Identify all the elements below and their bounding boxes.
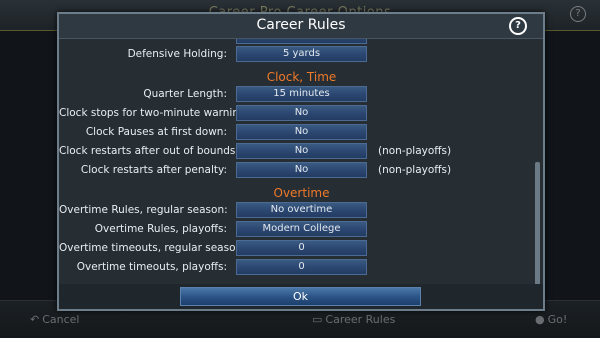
rule-label: Overtime Rules, playoffs:	[94, 223, 227, 235]
rule-value-button[interactable]: No	[236, 105, 367, 121]
go-label: Go!	[547, 313, 568, 326]
rule-label: Clock restarts after out of bounds:	[59, 145, 239, 157]
career-rules-dialog: Career Rules ? Defensive Holding: 5 yard…	[57, 12, 545, 311]
rule-value-button[interactable]: 0	[236, 259, 367, 275]
rules-row: Overtime Rules, regular season: No overt…	[59, 201, 543, 219]
rule-label: Overtime timeouts, regular season:	[59, 242, 246, 254]
scrollbar[interactable]	[535, 162, 540, 284]
rules-row: Overtime timeouts, regular season: 0	[59, 239, 543, 257]
rules-row: Clock restarts after penalty: No (non-pl…	[59, 161, 543, 179]
rule-value-button[interactable]: No overtime	[236, 202, 367, 218]
helmet-icon: ●	[535, 313, 545, 326]
rules-row: Clock Pauses at first down: No	[59, 123, 543, 141]
rule-label: Overtime timeouts, playoffs:	[76, 261, 227, 273]
rule-value-button[interactable]: No	[236, 162, 367, 178]
back-arrow-icon: ↶	[30, 313, 40, 326]
rule-value-button[interactable]: No	[236, 124, 367, 140]
rule-label: Defensive Holding:	[127, 48, 227, 60]
cancel-button[interactable]: ↶ Cancel	[30, 313, 79, 326]
rule-label: Clock restarts after penalty:	[80, 164, 227, 176]
rule-value-button[interactable]: Modern College	[236, 221, 367, 237]
rules-row: Clock restarts after out of bounds: No (…	[59, 142, 543, 160]
rule-note: (non-playoffs)	[378, 145, 452, 157]
rule-label: Overtime Rules, regular season:	[59, 204, 228, 216]
rules-row: Overtime Rules, playoffs: Modern College	[59, 220, 543, 238]
dialog-header: Career Rules ?	[59, 14, 543, 39]
truck-icon: ▭	[312, 313, 323, 326]
section-heading-clock: Clock, Time	[266, 70, 337, 84]
rules-row: Quarter Length: 15 minutes	[59, 85, 543, 103]
section-heading-overtime: Overtime	[273, 186, 330, 200]
rules-list[interactable]: Defensive Holding: 5 yards Clock, Time Q…	[59, 39, 543, 284]
ok-button[interactable]: Ok	[180, 287, 421, 306]
rules-row: Overtime timeouts, playoffs: 0	[59, 258, 543, 276]
rules-row: Clock stops for two-minute warning: No	[59, 104, 543, 122]
rules-row: Defensive Holding: 5 yards	[59, 45, 543, 63]
dialog-footer: Ok	[59, 284, 543, 309]
rule-value-button[interactable]: 5 yards	[236, 46, 367, 62]
career-rules-label: Career Rules	[325, 313, 396, 326]
career-rules-button[interactable]: ▭ Career Rules	[312, 313, 395, 326]
background-help-icon[interactable]: ?	[570, 6, 586, 22]
help-icon[interactable]: ?	[509, 17, 527, 35]
rule-label: Clock stops for two-minute warning:	[59, 107, 250, 119]
rule-value-button[interactable]	[236, 39, 367, 44]
rule-value-button[interactable]: 0	[236, 240, 367, 256]
rule-label: Quarter Length:	[143, 88, 227, 100]
rule-value-button[interactable]: No	[236, 143, 367, 159]
go-button[interactable]: ● Go!	[535, 313, 567, 326]
rule-note: (non-playoffs)	[378, 164, 452, 176]
cancel-label: Cancel	[42, 313, 80, 326]
rule-label: Clock Pauses at first down:	[85, 126, 227, 138]
dialog-title: Career Rules	[256, 17, 346, 33]
rule-value-button[interactable]: 15 minutes	[236, 86, 367, 102]
